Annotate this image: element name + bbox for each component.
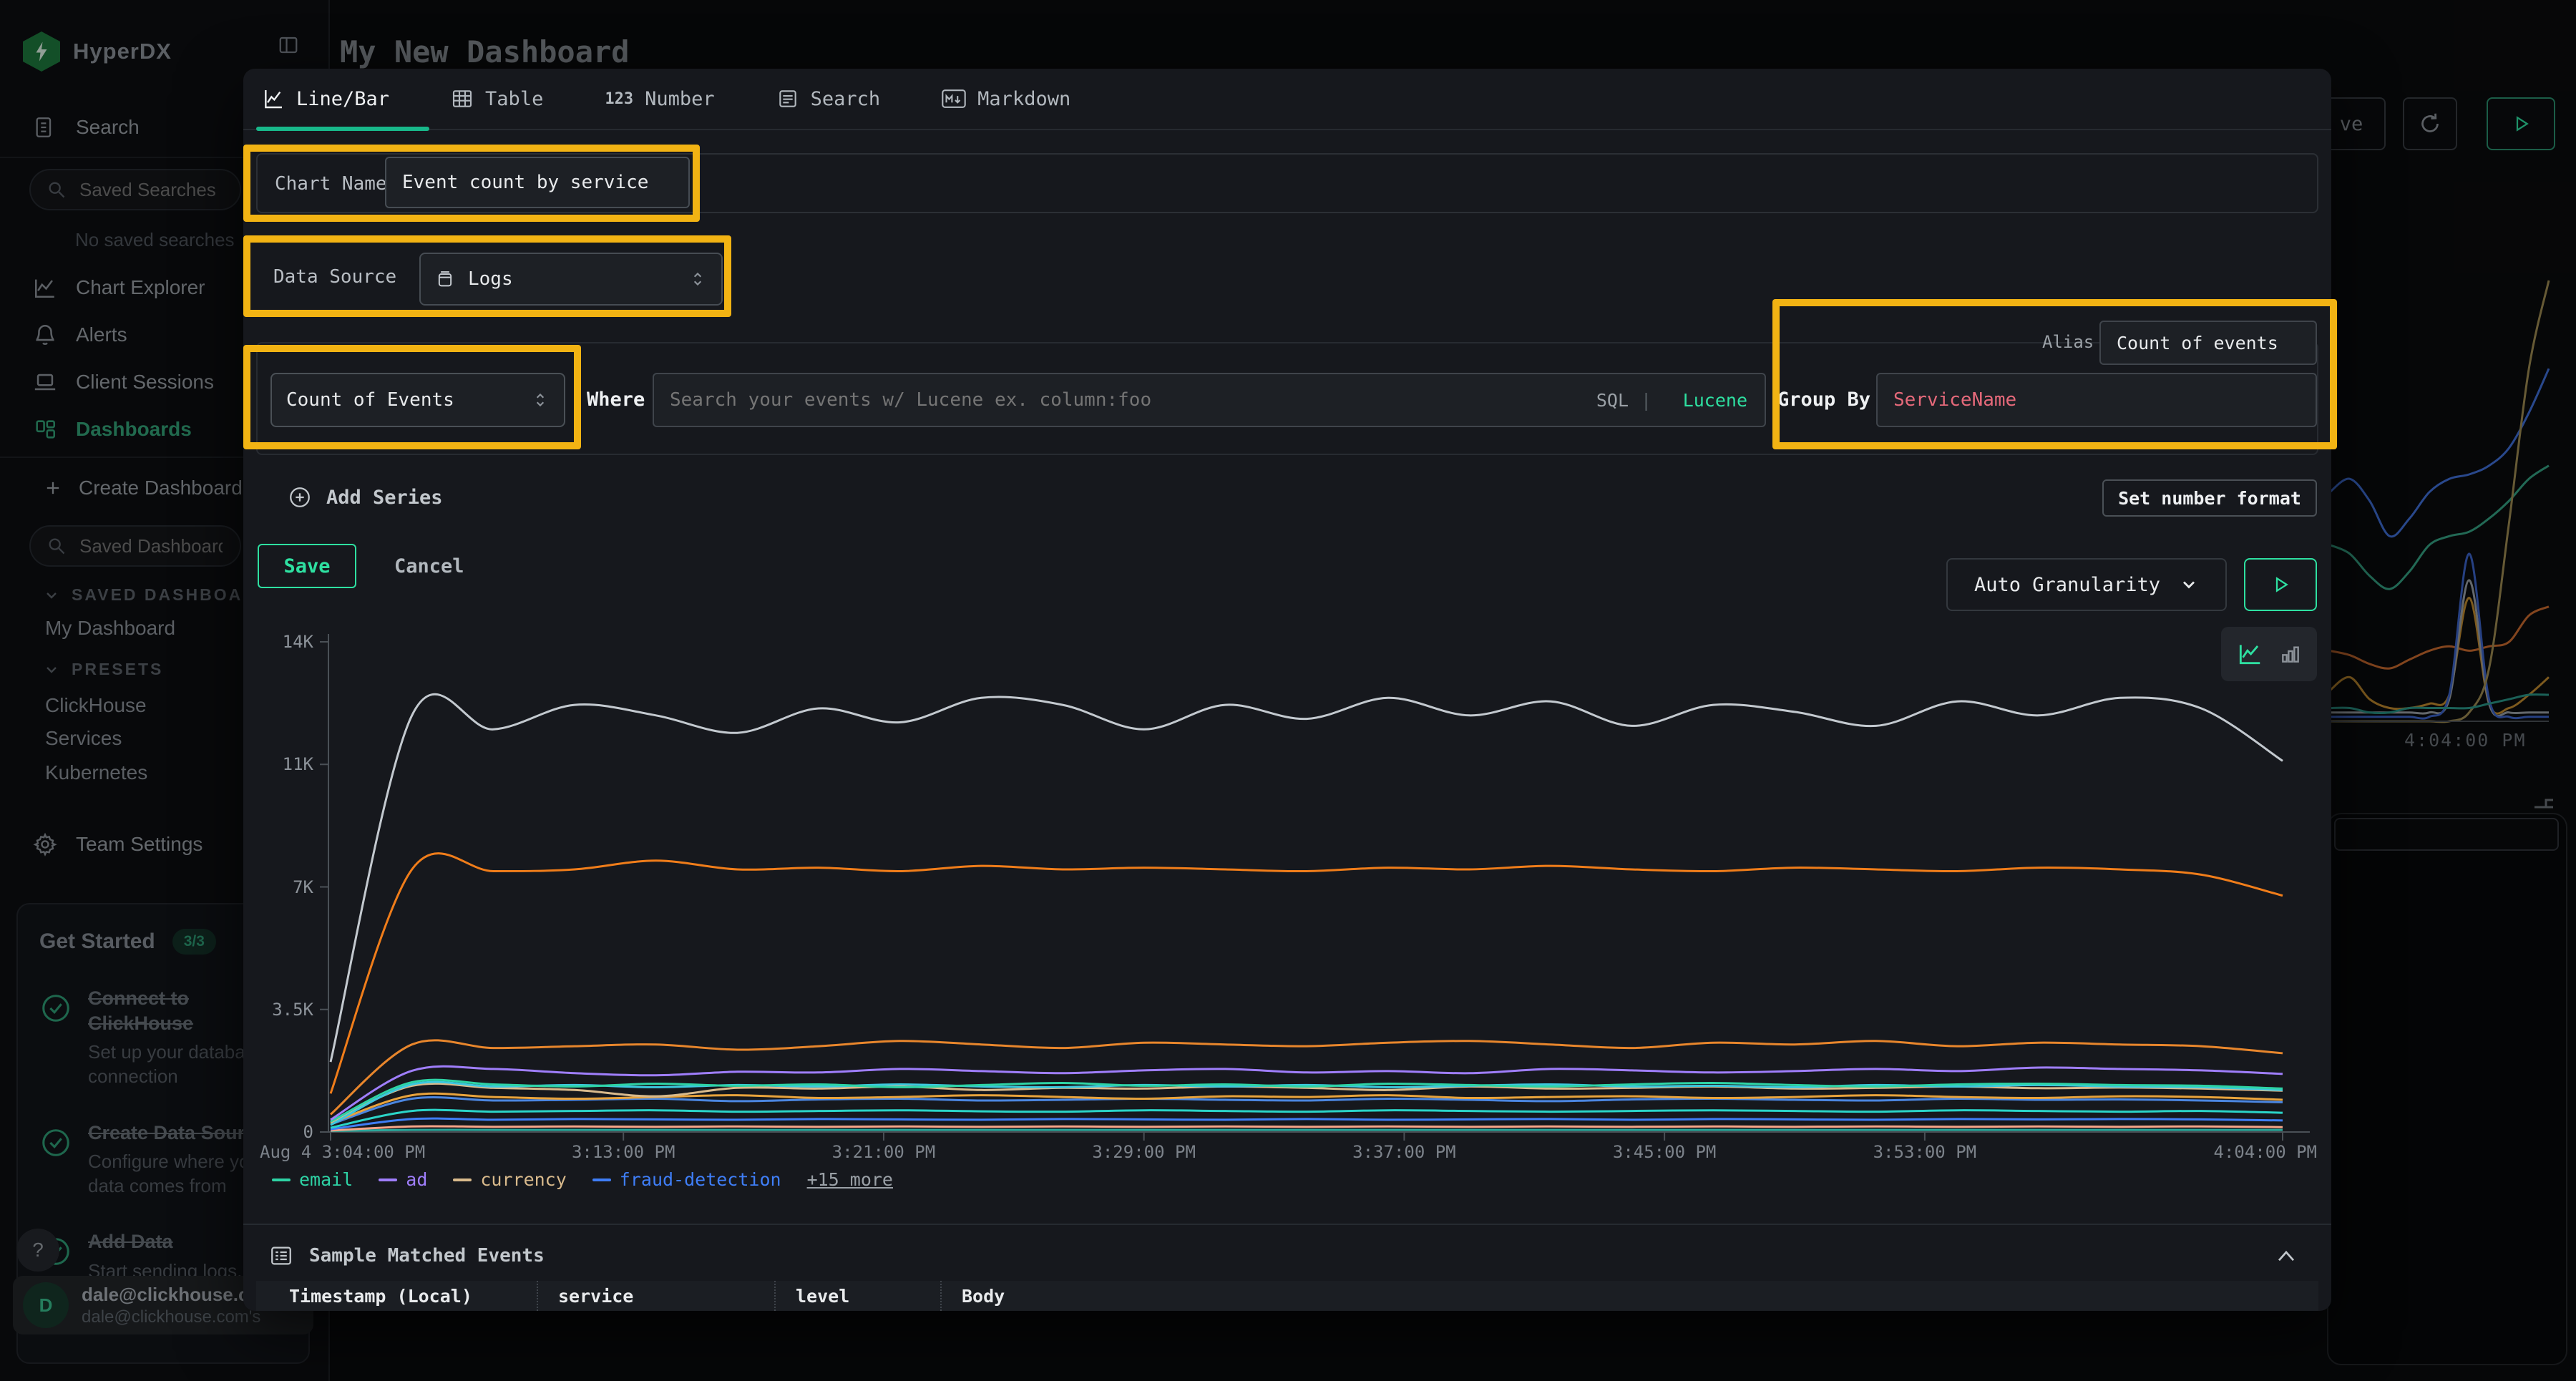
column-header-level[interactable]: level (774, 1281, 940, 1311)
legend-item-ad[interactable]: ad (379, 1169, 427, 1190)
highlight-chart-name (243, 145, 700, 222)
column-header-timestamp[interactable]: Timestamp (Local) (256, 1281, 537, 1311)
legend-item-email[interactable]: email (272, 1169, 353, 1190)
legend-item-currency[interactable]: currency (453, 1169, 566, 1190)
y-tick-label: 11K (249, 754, 313, 774)
app-root: HyperDX Search No saved searches Chart E… (0, 0, 2576, 1381)
x-tick-label: 3:37:00 PM (1352, 1142, 1456, 1162)
x-tick-label: Aug 4 3:04:00 PM (260, 1142, 425, 1162)
x-tick-label: 3:29:00 PM (1092, 1142, 1196, 1162)
highlight-group-by (1772, 299, 2337, 449)
collapse-section-icon[interactable] (2275, 1248, 2297, 1264)
y-tick-label: 14K (249, 632, 313, 652)
highlight-data-source (243, 235, 731, 317)
y-tick-label: 7K (249, 877, 313, 897)
y-tick-label: 0 (249, 1122, 313, 1142)
x-tick-label: 3:45:00 PM (1613, 1142, 1717, 1162)
legend-swatch (272, 1179, 291, 1181)
legend-swatch (379, 1179, 397, 1181)
legend-swatch (453, 1179, 472, 1181)
x-tick-label: 3:53:00 PM (1873, 1142, 1977, 1162)
sample-matched-events-header[interactable]: Sample Matched Events (269, 1244, 545, 1268)
column-header-body[interactable]: Body (940, 1281, 1928, 1311)
column-header-service[interactable]: service (537, 1281, 774, 1311)
events-table-header: Timestamp (Local) service level Body (256, 1281, 2318, 1311)
legend-swatch (592, 1179, 611, 1181)
event-list-icon (269, 1244, 293, 1268)
legend-item-fraud-detection[interactable]: fraud-detection (592, 1169, 781, 1190)
divider (243, 1224, 2331, 1225)
chart-legend: email ad currency fraud-detection +15 mo… (272, 1169, 893, 1190)
preview-chart (243, 69, 2331, 1163)
x-tick-label: 3:21:00 PM (832, 1142, 936, 1162)
x-tick-label: 3:13:00 PM (572, 1142, 675, 1162)
highlight-aggregation (243, 345, 581, 449)
x-tick-label: 4:04:00 PM (2214, 1142, 2318, 1162)
y-tick-label: 3.5K (249, 1000, 313, 1020)
legend-more-link[interactable]: +15 more (807, 1169, 893, 1190)
